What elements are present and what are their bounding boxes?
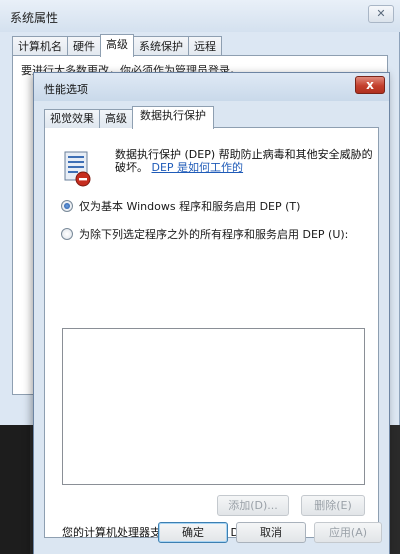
dialog-tabs: 视觉效果 高级 数据执行保护	[44, 106, 214, 129]
dep-how-it-works-link[interactable]: DEP 是如何工作的	[152, 161, 244, 174]
radio-essential-only-label: 仅为基本 Windows 程序和服务启用 DEP (T)	[79, 200, 301, 213]
radio-all-except-selected-button[interactable]	[61, 228, 73, 240]
close-icon: ✕	[376, 7, 386, 20]
system-properties-title: 系统属性	[10, 11, 59, 25]
dialog-title: 性能选项	[44, 83, 88, 96]
radio-all-except-selected-label: 为除下列选定程序之外的所有程序和服务启用 DEP (U):	[79, 228, 349, 241]
remove-program-button[interactable]: 删除(E)	[301, 495, 365, 516]
dialog-close-button[interactable]: x	[355, 76, 385, 94]
performance-options-dialog: 性能选项 x 视觉效果 高级 数据执行保护 数据执行保护 (DEP) 帮助防止病…	[33, 72, 390, 554]
close-icon: x	[366, 78, 374, 92]
tab-hardware[interactable]: 硬件	[67, 36, 101, 56]
tab-data-execution-prevention[interactable]: 数据执行保护	[132, 106, 214, 129]
tab-advanced[interactable]: 高级	[100, 34, 134, 57]
add-program-button[interactable]: 添加(D)...	[217, 495, 289, 516]
radio-essential-only-button[interactable]	[61, 200, 73, 212]
dep-panel: 数据执行保护 (DEP) 帮助防止病毒和其他安全威胁的破坏。 DEP 是如何工作…	[44, 127, 379, 539]
tab-system-protection[interactable]: 系统保护	[133, 36, 189, 56]
radio-essential-only[interactable]: 仅为基本 Windows 程序和服务启用 DEP (T)	[61, 198, 300, 214]
ok-button[interactable]: 确定	[158, 522, 228, 543]
tab-advanced[interactable]: 高级	[99, 109, 133, 128]
dep-description: 数据执行保护 (DEP) 帮助防止病毒和其他安全威胁的破坏。 DEP 是如何工作…	[115, 148, 375, 174]
tab-remote[interactable]: 远程	[188, 36, 222, 56]
tab-visual-effects[interactable]: 视觉效果	[44, 109, 100, 128]
system-properties-close-button[interactable]: ✕	[368, 5, 394, 23]
system-properties-tabs: 计算机名 硬件 高级 系统保护 远程	[12, 34, 222, 57]
system-properties-titlebar[interactable]: 系统属性 ✕	[0, 0, 400, 32]
apply-button[interactable]: 应用(A)	[314, 522, 382, 543]
cancel-button[interactable]: 取消	[236, 522, 306, 543]
desktop-background	[0, 425, 30, 554]
program-exception-list[interactable]	[62, 328, 365, 485]
tab-computer-name[interactable]: 计算机名	[12, 36, 68, 56]
dep-shield-icon	[64, 151, 91, 187]
dialog-titlebar[interactable]: 性能选项 x	[34, 73, 389, 101]
radio-all-except-selected[interactable]: 为除下列选定程序之外的所有程序和服务启用 DEP (U):	[61, 226, 348, 242]
